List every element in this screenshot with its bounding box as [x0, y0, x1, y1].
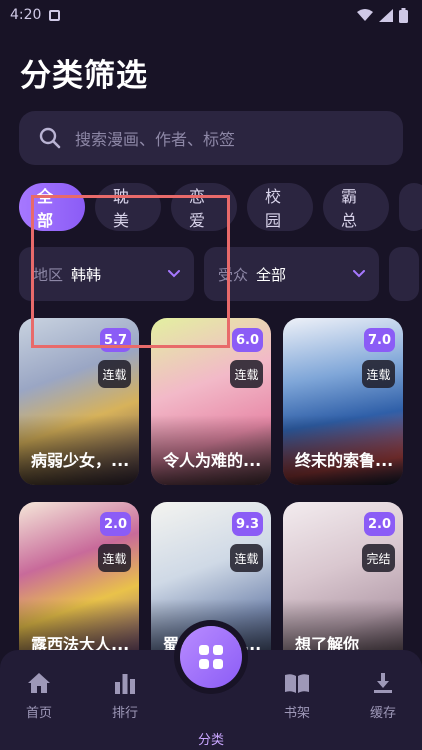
- nav-shelf-label: 书架: [283, 706, 310, 721]
- nav-shelf[interactable]: 书架: [262, 672, 332, 721]
- nav-rank-label: 排行: [111, 706, 138, 721]
- grid-icon: [199, 645, 223, 669]
- region-filter-value: 韩韩: [71, 265, 102, 284]
- score-badge: 2.0: [99, 512, 131, 536]
- region-filter-dropdown[interactable]: 地区 韩韩: [19, 247, 194, 301]
- nav-cache[interactable]: 缓存: [348, 672, 418, 721]
- status-badge: 连载: [230, 360, 263, 388]
- comic-title: 病弱少女，...: [31, 451, 130, 470]
- status-bar: 4:20: [0, 0, 422, 30]
- score-badge: 9.3: [231, 512, 263, 536]
- comic-title: 终末的索鲁...: [295, 451, 394, 470]
- status-time: 4:20: [10, 7, 42, 23]
- nav-home-label: 首页: [25, 706, 52, 721]
- page-title: 分类筛选: [20, 58, 148, 94]
- comic-grid: 5.7 连载 病弱少女，... 6.0 连载 令人为难的... 7.0 连载 终…: [19, 318, 403, 669]
- book-icon: [285, 674, 309, 693]
- chip-danmei[interactable]: 耽美: [95, 183, 161, 231]
- audience-filter-label: 受众: [218, 265, 249, 284]
- nav-category-label: 分类: [197, 733, 224, 748]
- chevron-down-icon: [168, 270, 180, 278]
- chip-all[interactable]: 全部: [19, 183, 85, 231]
- genre-chip-row: 全部 耽美 恋爱 校园 霸总: [19, 183, 422, 231]
- filter-row: 地区 韩韩 受众 全部: [19, 247, 422, 301]
- region-filter-label: 地区: [33, 265, 64, 284]
- status-badge: 完结: [362, 544, 395, 572]
- battery-icon: [399, 7, 408, 23]
- chip-campus[interactable]: 校园: [247, 183, 313, 231]
- comic-card[interactable]: 7.0 连载 终末的索鲁...: [283, 318, 403, 485]
- nav-cache-label: 缓存: [369, 706, 396, 721]
- status-badge: 连载: [230, 544, 263, 572]
- search-input[interactable]: 搜索漫画、作者、标签: [19, 111, 403, 165]
- score-badge: 7.0: [363, 328, 395, 352]
- comic-title: 令人为难的...: [163, 451, 262, 470]
- chip-more[interactable]: [399, 183, 422, 231]
- chip-romance[interactable]: 恋爱: [171, 183, 237, 231]
- nav-rank[interactable]: 排行: [90, 672, 160, 721]
- wifi-icon: [357, 8, 373, 21]
- status-badge: 连载: [98, 360, 131, 388]
- notification-icon: [49, 9, 61, 21]
- comic-card[interactable]: 2.0 连载 露西法大人...: [19, 502, 139, 669]
- score-badge: 2.0: [363, 512, 395, 536]
- score-badge: 6.0: [231, 328, 263, 352]
- chip-ceo[interactable]: 霸总: [323, 183, 389, 231]
- score-badge: 5.7: [99, 328, 131, 352]
- download-icon: [374, 673, 392, 693]
- nav-category[interactable]: [180, 626, 242, 688]
- audience-filter-dropdown[interactable]: 受众 全部: [204, 247, 379, 301]
- audience-filter-value: 全部: [256, 265, 287, 284]
- status-badge: 连载: [362, 360, 395, 388]
- comic-card[interactable]: 2.0 完结 想了解你: [283, 502, 403, 669]
- nav-home[interactable]: 首页: [4, 672, 74, 721]
- comic-card[interactable]: 6.0 连载 令人为难的...: [151, 318, 271, 485]
- status-badge: 连载: [98, 544, 131, 572]
- search-placeholder: 搜索漫画、作者、标签: [75, 130, 236, 149]
- more-filter-dropdown[interactable]: [389, 247, 419, 301]
- comic-card[interactable]: 5.7 连载 病弱少女，...: [19, 318, 139, 485]
- home-icon: [28, 673, 50, 693]
- chevron-down-icon: [353, 270, 365, 278]
- signal-icon: [379, 8, 393, 22]
- search-icon: [39, 127, 61, 149]
- bar-chart-icon: [115, 674, 135, 694]
